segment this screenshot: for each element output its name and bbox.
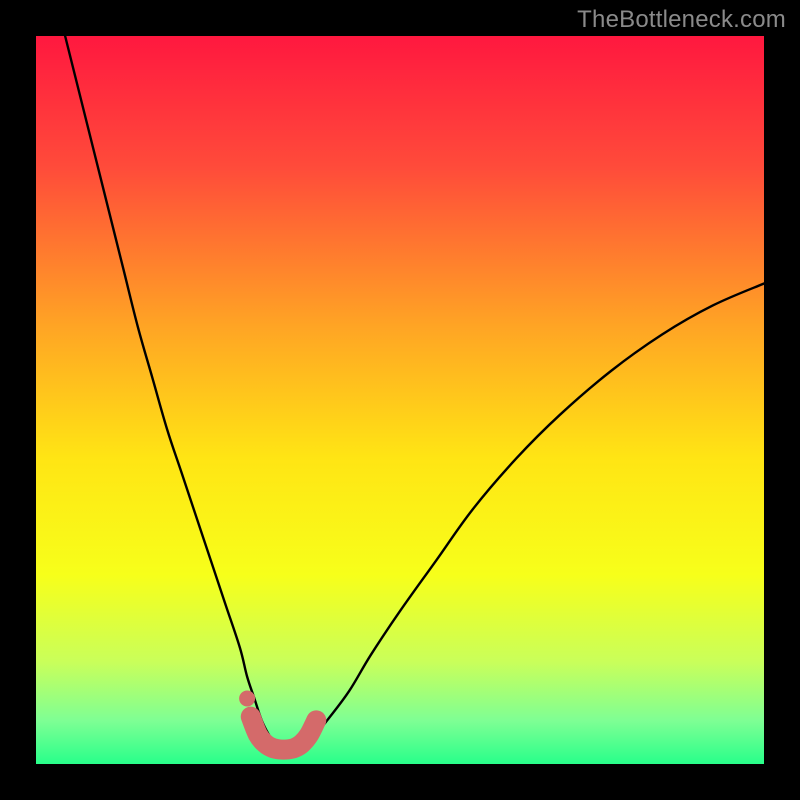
highlight-dot [239,690,255,706]
chart-svg [36,36,764,764]
plot-area [36,36,764,764]
highlight-band [251,717,317,750]
bottleneck-curve [65,36,764,750]
chart-frame: TheBottleneck.com [0,0,800,800]
watermark-text: TheBottleneck.com [577,6,786,34]
